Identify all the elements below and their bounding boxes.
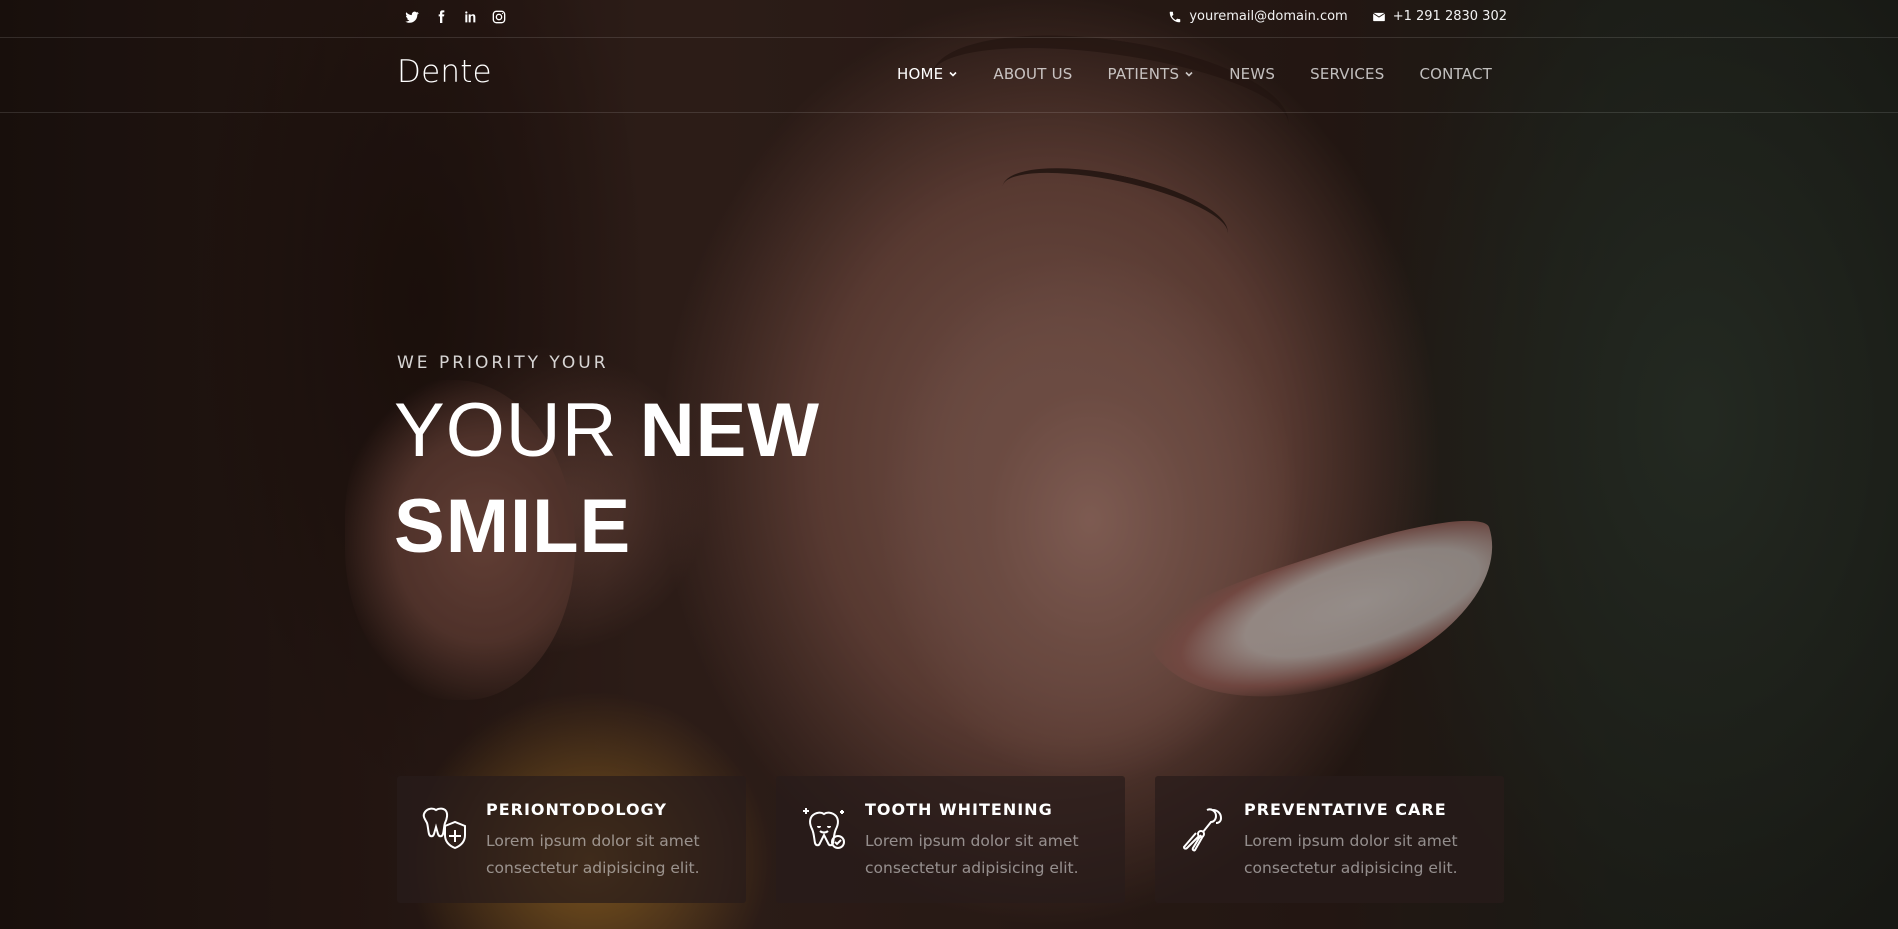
nav-item-about-us[interactable]: ABOUT US [993,65,1072,83]
card-description: Lorem ipsum dolor sit amet consectetur a… [865,828,1105,882]
card-description: Lorem ipsum dolor sit amet consectetur a… [1244,828,1484,882]
card-line: Lorem ipsum dolor sit amet [486,832,700,850]
email-contact[interactable]: youremail@domain.com [1168,9,1348,24]
smile-shape [1138,502,1522,738]
envelope-icon [1372,12,1385,21]
email-text: youremail@domain.com [1189,9,1348,24]
top-bar: youremail@domain.com +1 291 2830 302 [0,0,1898,38]
card-title: PREVENTATIVE CARE [1244,800,1447,819]
card-title: PERIONTODOLOGY [486,800,667,819]
hero-subtitle: WE PRIORITY YOUR [397,353,609,373]
facebook-icon[interactable] [433,9,449,25]
tooth-sparkle-icon [803,808,845,849]
phone-icon [1170,11,1181,22]
nav-item-home[interactable]: HOME [897,65,958,83]
dental-tools-icon [1182,808,1223,852]
nav-item-label: HOME [897,65,944,83]
phone-contact[interactable]: +1 291 2830 302 [1372,9,1507,24]
phone-text: +1 291 2830 302 [1392,9,1507,24]
main-navbar: Dente HOME ABOUT US PATIENTS NEWS SERVIC… [0,38,1898,113]
tooth-shield-icon [422,807,466,850]
feature-card-preventative-care[interactable]: PREVENTATIVE CARE Lorem ipsum dolor sit … [1155,776,1504,903]
nav-item-news[interactable]: NEWS [1229,65,1275,83]
linkedin-icon[interactable] [462,9,478,25]
instagram-icon[interactable] [491,9,507,25]
nav-item-services[interactable]: SERVICES [1310,65,1384,83]
card-line: Lorem ipsum dolor sit amet [1244,832,1458,850]
hero-title-light: YOUR [394,388,618,473]
social-links [404,9,507,25]
card-line: consectetur adipisicing elit. [486,859,700,877]
card-description: Lorem ipsum dolor sit amet consectetur a… [486,828,726,882]
chevron-down-icon [949,71,957,77]
nav-menu: HOME ABOUT US PATIENTS NEWS SERVICES CON… [897,65,1492,83]
nav-item-label: SERVICES [1310,65,1385,83]
card-line: consectetur adipisicing elit. [865,859,1079,877]
brand-logo[interactable]: Dente [397,54,492,90]
nav-item-label: ABOUT US [993,65,1073,83]
feature-cards: PERIONTODOLOGY Lorem ipsum dolor sit ame… [397,776,1504,903]
nav-item-patients[interactable]: PATIENTS [1107,65,1194,83]
feature-card-tooth-whitening[interactable]: TOOTH WHITENING Lorem ipsum dolor sit am… [776,776,1125,903]
nav-item-label: CONTACT [1419,65,1492,83]
card-title: TOOTH WHITENING [865,800,1053,819]
nav-item-contact[interactable]: CONTACT [1419,65,1492,83]
card-line: consectetur adipisicing elit. [1244,859,1458,877]
twitter-icon[interactable] [404,9,420,25]
card-line: Lorem ipsum dolor sit amet [865,832,1079,850]
nav-item-label: PATIENTS [1107,65,1180,83]
closed-eye-shape [995,151,1235,269]
hero-title-bold-2: SMILE [394,484,632,569]
chevron-down-icon [1185,71,1193,77]
hero-title: YOUR NEW SMILE [394,383,994,575]
hero-title-bold-1: NEW [639,388,821,473]
contact-info: youremail@domain.com +1 291 2830 302 [1168,9,1507,24]
feature-card-periontodology[interactable]: PERIONTODOLOGY Lorem ipsum dolor sit ame… [397,776,746,903]
nav-item-label: NEWS [1229,65,1276,83]
